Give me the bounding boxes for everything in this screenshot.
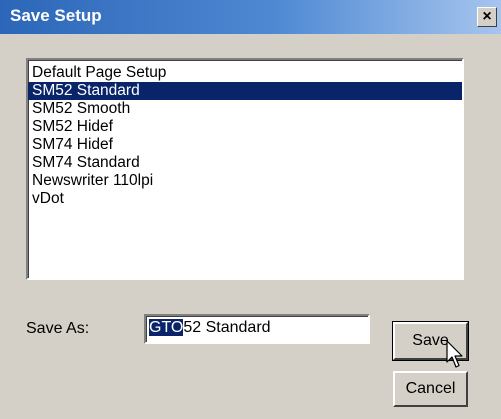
- list-item[interactable]: Newswriter 110lpi: [28, 172, 462, 190]
- save-setup-dialog: Save Setup × Default Page Setup SM52 Stan…: [0, 0, 501, 419]
- list-item[interactable]: SM52 Smooth: [28, 100, 462, 118]
- mouse-pointer-icon: [446, 340, 463, 368]
- save-as-label: Save As:: [26, 320, 90, 337]
- setup-listbox[interactable]: Default Page Setup SM52 Standard SM52 Smoo…: [26, 58, 464, 280]
- window-title: Save Setup: [10, 6, 102, 25]
- close-icon: ×: [482, 8, 492, 25]
- close-button[interactable]: ×: [477, 7, 497, 27]
- list-item[interactable]: SM74 Standard: [28, 154, 462, 172]
- list-item[interactable]: SM52 Standard: [28, 82, 462, 100]
- list-item[interactable]: vDot: [28, 190, 462, 208]
- save-as-rest-text: 52 Standard: [183, 319, 271, 336]
- list-item[interactable]: SM74 Hidef: [28, 136, 462, 154]
- list-item[interactable]: Default Page Setup: [28, 64, 462, 82]
- save-as-input[interactable]: GTO52 Standard: [144, 314, 370, 344]
- list-item[interactable]: SM52 Hidef: [28, 118, 462, 136]
- cancel-button[interactable]: Cancel: [393, 371, 468, 407]
- title-bar[interactable]: Save Setup ×: [0, 0, 501, 34]
- save-as-selected-text: GTO: [149, 319, 184, 336]
